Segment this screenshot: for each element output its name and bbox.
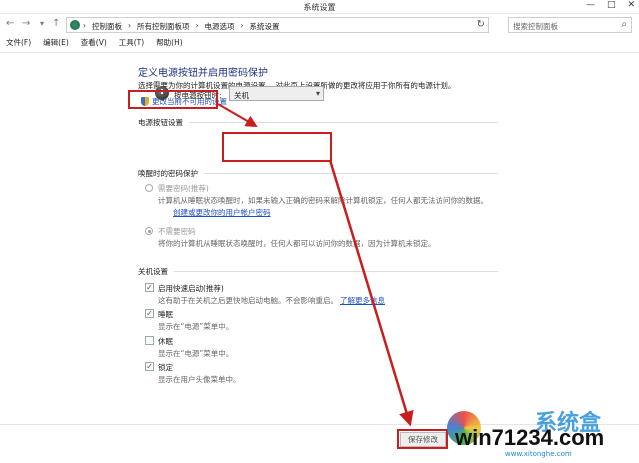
no-password-radio[interactable] <box>145 227 153 235</box>
menu-help[interactable]: 帮助(H) <box>156 37 183 51</box>
window-controls: — □ ✕ <box>586 0 635 10</box>
control-panel-icon <box>70 20 80 30</box>
require-password-radio[interactable] <box>145 184 153 192</box>
lock-desc: 显示在用户头像菜单中。 <box>158 375 241 384</box>
watermark-site: win71234.com <box>455 425 605 450</box>
recent-chevron-icon[interactable]: ▾ <box>40 19 44 28</box>
fast-startup-checkbox[interactable]: ✓ <box>145 283 154 292</box>
power-section-title: 电源按钮设置 <box>138 118 183 127</box>
main-content: 定义电源按钮并启用密码保护 选择需要为你的计算机设置的电源设置。 对此页上设置所… <box>0 53 639 430</box>
no-password-label: 不需要密码 <box>158 227 196 236</box>
minimize-button[interactable]: — <box>586 0 595 10</box>
page-title: 定义电源按钮并启用密码保护 <box>138 68 268 79</box>
breadcrumb: › 控制面板 › 所有控制面板项 › 电源选项 › 系统设置 <box>83 21 280 32</box>
sleep-label: 睡眠 <box>158 310 173 319</box>
menu-view[interactable]: 查看(V) <box>81 37 107 51</box>
up-arrow-icon[interactable]: ↑ <box>52 18 60 29</box>
annotation-box-select <box>222 132 332 162</box>
hibernate-label: 休眠 <box>158 337 173 346</box>
window-title: 系统设置 <box>303 3 336 12</box>
password-section-title: 唤醒时的密码保护 <box>138 169 198 178</box>
address-row: ← → ▾ ↑ › 控制面板 › 所有控制面板项 › 电源选项 › 系统设置 ↻… <box>0 14 639 36</box>
search-input[interactable]: 搜索控制面板 ⌕ <box>508 17 632 33</box>
close-button[interactable]: ✕ <box>627 0 635 10</box>
maximize-button[interactable]: □ <box>607 0 616 10</box>
no-password-desc: 将你的计算机从睡眠状态唤醒时，任何人都可以访问你的数据，因为计算机未锁定。 <box>158 239 436 248</box>
require-password-label: 需要密码(推荐) <box>158 184 209 193</box>
lock-checkbox[interactable]: ✓ <box>145 362 154 371</box>
password-section-header: 唤醒时的密码保护 <box>138 168 498 179</box>
address-bar[interactable]: › 控制面板 › 所有控制面板项 › 电源选项 › 系统设置 ↻ <box>66 17 489 33</box>
require-password-desc: 计算机从睡眠状态唤醒时，如果未输入正确的密码来解除计算机锁定，任何人都无法访问你… <box>158 196 488 205</box>
shutdown-section-header: 关机设置 <box>138 266 498 277</box>
shutdown-section-title: 关机设置 <box>138 267 168 276</box>
watermark-logo: 系统盒 win71234.com www.xitonghe.com <box>445 407 639 463</box>
chevron-down-icon: ▾ <box>315 89 320 98</box>
menu-tools[interactable]: 工具(T) <box>119 37 144 51</box>
sleep-desc: 显示在“电源”菜单中。 <box>158 322 234 331</box>
annotation-box-change-link <box>128 90 218 109</box>
hibernate-desc: 显示在“电源”菜单中。 <box>158 349 234 358</box>
power-action-value: 关机 <box>234 91 249 100</box>
watermark-url: www.xitonghe.com <box>505 450 572 458</box>
power-button-section-header: 电源按钮设置 <box>138 117 498 128</box>
back-arrow-icon[interactable]: ← <box>6 18 14 29</box>
fast-startup-desc: 这有助于在关机之后更快地启动电脑。不会影响重启。 <box>158 296 338 305</box>
search-placeholder: 搜索控制面板 <box>513 22 558 31</box>
breadcrumb-all-items[interactable]: 所有控制面板项 <box>137 21 190 32</box>
sleep-checkbox[interactable]: ✓ <box>145 309 154 318</box>
menu-edit[interactable]: 编辑(E) <box>43 37 69 51</box>
change-password-link[interactable]: 创建或更改你的用户帐户密码 <box>173 207 271 218</box>
fast-startup-label: 启用快速启动(推荐) <box>158 284 224 293</box>
title-bar: 系统设置 — □ ✕ <box>0 0 639 14</box>
learn-more-link[interactable]: 了解更多信息 <box>340 295 385 306</box>
breadcrumb-system-settings[interactable]: 系统设置 <box>250 21 280 32</box>
refresh-icon[interactable]: ↻ <box>477 19 485 30</box>
breadcrumb-control-panel[interactable]: 控制面板 <box>92 21 122 32</box>
breadcrumb-power-options[interactable]: 电源选项 <box>205 21 235 32</box>
hibernate-checkbox[interactable] <box>145 336 154 345</box>
search-icon[interactable]: ⌕ <box>621 19 627 30</box>
annotation-box-save <box>397 429 448 449</box>
lock-label: 锁定 <box>158 363 173 372</box>
menu-bar: 文件(F) 编辑(E) 查看(V) 工具(T) 帮助(H) <box>0 37 639 51</box>
forward-arrow-icon[interactable]: → <box>22 18 30 29</box>
power-action-select[interactable]: 关机 ▾ <box>229 86 324 101</box>
menu-file[interactable]: 文件(F) <box>6 37 31 51</box>
